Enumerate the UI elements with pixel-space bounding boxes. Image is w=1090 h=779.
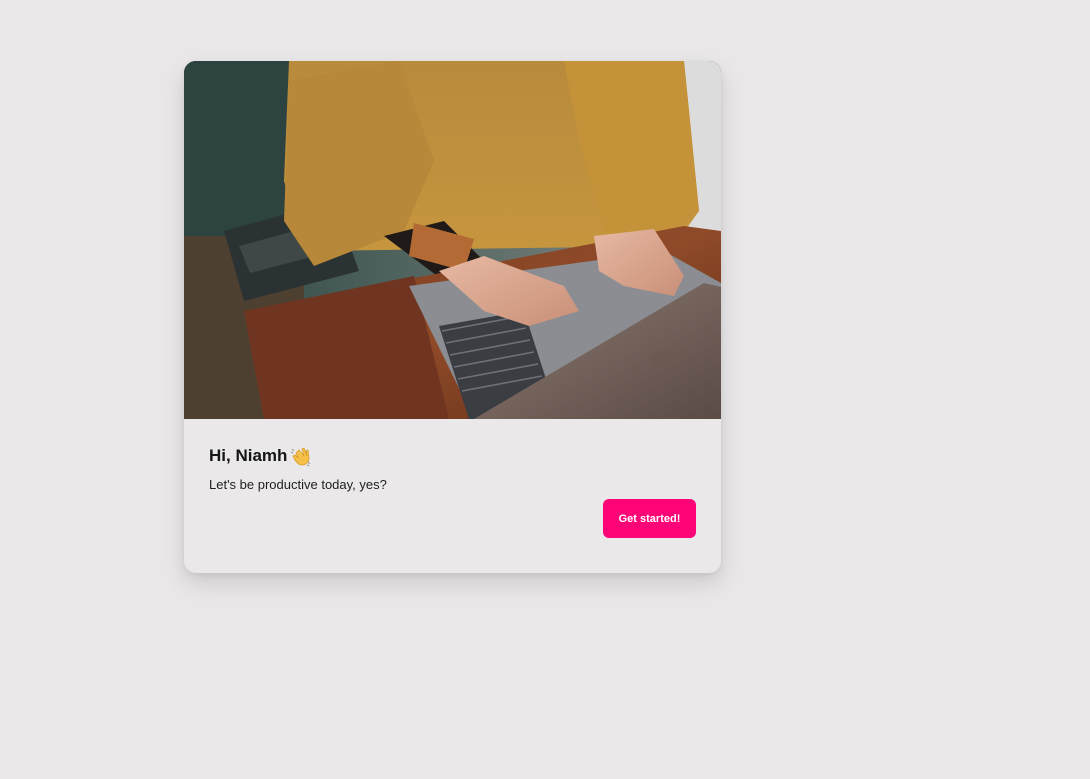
greeting-text: Hi, Niamh — [209, 446, 288, 465]
welcome-card: Hi, Niamh Let's be productive today, yes… — [184, 61, 721, 573]
get-started-button[interactable]: Get started! — [603, 499, 696, 538]
laptop-photo-illustration — [184, 61, 721, 419]
card-content: Hi, Niamh Let's be productive today, yes… — [209, 445, 696, 494]
greeting-heading: Hi, Niamh — [209, 445, 696, 467]
waving-hand-icon — [290, 445, 312, 467]
subtitle-text: Let's be productive today, yes? — [209, 477, 387, 492]
hero-image — [184, 61, 721, 419]
